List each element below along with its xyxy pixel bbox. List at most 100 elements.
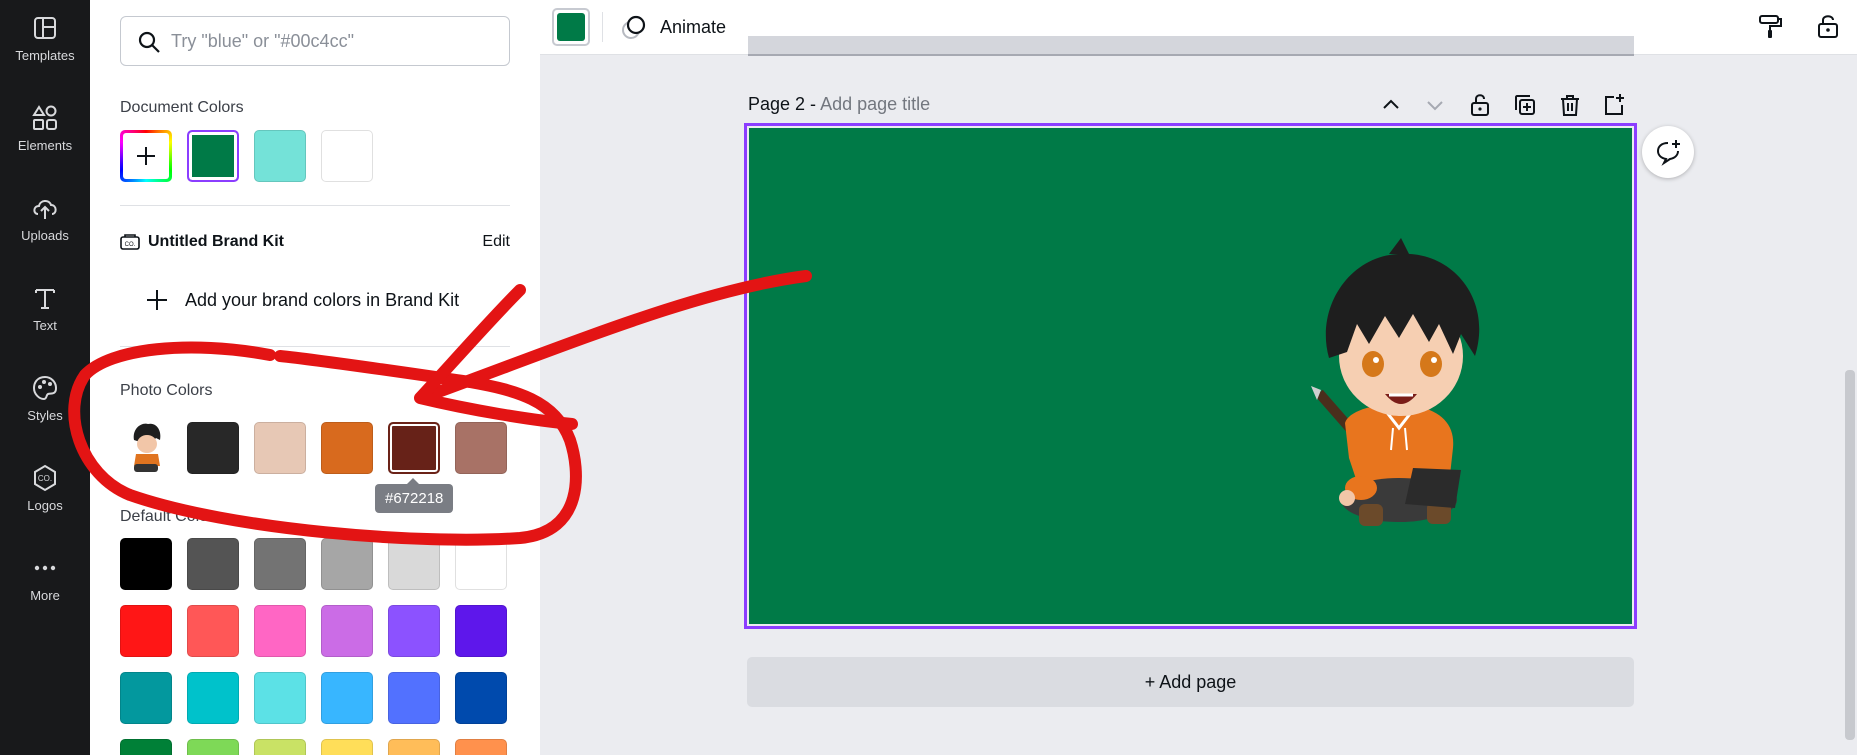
default-color-swatch[interactable] (321, 605, 373, 657)
default-color-swatch[interactable] (187, 605, 239, 657)
add-page-button[interactable]: + Add page (747, 657, 1634, 707)
canvas-scrollbar[interactable] (1845, 370, 1855, 740)
page-background[interactable] (749, 128, 1632, 624)
default-color-swatch[interactable] (120, 739, 172, 755)
plus-icon (137, 147, 155, 165)
current-color-swatch (557, 13, 585, 41)
default-color-swatch[interactable] (187, 672, 239, 724)
templates-icon (34, 17, 56, 39)
add-color-button[interactable] (120, 130, 172, 182)
sidebar-item-label: Logos (27, 498, 63, 513)
default-color-swatch[interactable] (120, 605, 172, 657)
page-title-input[interactable]: Add page title (820, 94, 930, 114)
default-color-swatch[interactable] (455, 739, 507, 755)
duplicate-page-icon[interactable] (1512, 92, 1538, 118)
sidebar-item-label: Uploads (21, 228, 69, 243)
svg-text:CO.: CO. (38, 474, 52, 483)
search-icon (138, 31, 160, 53)
chevron-down-icon[interactable] (1422, 92, 1448, 118)
toolbar-divider (602, 12, 603, 42)
more-icon (34, 565, 56, 571)
lock-page-icon[interactable] (1467, 92, 1493, 118)
document-color-swatch[interactable] (321, 130, 373, 182)
default-color-swatch[interactable] (388, 538, 440, 590)
comment-add-icon (1656, 140, 1680, 166)
default-color-swatch[interactable] (254, 672, 306, 724)
brand-kit-name: Untitled Brand Kit (148, 233, 284, 250)
logos-icon: CO. (34, 464, 56, 492)
plus-icon (147, 290, 167, 310)
search-input[interactable] (171, 30, 491, 52)
default-color-swatch[interactable] (254, 605, 306, 657)
photo-color-swatch[interactable] (187, 422, 239, 474)
animate-icon (622, 15, 646, 39)
sidebar-item-styles[interactable]: Styles (0, 360, 90, 440)
sidebar-item-more[interactable]: More (0, 540, 90, 620)
sidebar-item-label: Templates (15, 48, 75, 63)
add-brand-colors-button[interactable]: Add your brand colors in Brand Kit (145, 288, 459, 312)
photo-color-swatch[interactable] (455, 422, 507, 474)
default-color-swatch[interactable] (455, 538, 507, 590)
default-color-swatch[interactable] (120, 538, 172, 590)
sidebar-item-label: Elements (17, 138, 73, 153)
previous-page-edge (748, 36, 1634, 56)
default-color-swatch[interactable] (388, 605, 440, 657)
sidebar-item-templates[interactable]: Templates (0, 0, 90, 80)
default-color-swatch[interactable] (455, 672, 507, 724)
default-color-swatch[interactable] (120, 672, 172, 724)
default-colors-title: Default Colors (120, 508, 222, 525)
photo-color-swatch[interactable] (388, 422, 440, 474)
photo-color-swatch[interactable] (321, 422, 373, 474)
sidebar-item-elements[interactable]: Elements (0, 90, 90, 170)
default-color-swatch[interactable] (187, 538, 239, 590)
sidebar-item-logos[interactable]: CO. Logos (0, 450, 90, 530)
color-panel: Document Colors CO. Untitled Brand Kit E… (90, 0, 540, 755)
character-sticker[interactable] (749, 128, 1633, 625)
text-icon (35, 289, 55, 309)
design-page[interactable] (744, 123, 1637, 629)
sidebar-item-uploads[interactable]: Uploads (0, 180, 90, 260)
add-page-icon[interactable] (1601, 92, 1627, 118)
default-color-swatch[interactable] (254, 739, 306, 755)
paint-roller-icon[interactable] (1756, 12, 1784, 40)
default-color-swatch[interactable] (388, 739, 440, 755)
trash-icon[interactable] (1557, 92, 1583, 118)
animate-label: Animate (660, 16, 727, 37)
animate-button[interactable]: Animate (620, 12, 726, 42)
svg-text:CO.: CO. (125, 242, 136, 248)
document-color-swatch[interactable] (254, 130, 306, 182)
photo-colors-title: Photo Colors (120, 382, 213, 399)
page-title: Page 2 - Add page title (748, 94, 930, 115)
document-colors-title: Document Colors (120, 99, 244, 116)
brand-kit-edit-link[interactable]: Edit (482, 233, 510, 251)
sidebar-item-text[interactable]: Text (0, 270, 90, 350)
brand-kit-header: CO. Untitled Brand Kit Edit (120, 231, 510, 253)
chevron-up-icon[interactable] (1378, 92, 1404, 118)
uploads-icon (33, 200, 57, 219)
photo-color-swatch[interactable] (254, 422, 306, 474)
color-search[interactable] (120, 16, 510, 66)
photo-thumbnail[interactable] (122, 420, 170, 476)
document-color-swatch[interactable] (187, 130, 239, 182)
left-sidebar: Templates Elements Uploads Text Styles C… (0, 0, 90, 755)
color-tooltip: #672218 (375, 478, 454, 513)
default-color-swatch[interactable] (321, 739, 373, 755)
unlock-icon[interactable] (1814, 12, 1842, 40)
page-label: Page 2 - (748, 94, 817, 114)
default-color-swatch[interactable] (321, 538, 373, 590)
sidebar-item-label: More (30, 588, 60, 603)
sidebar-item-label: Text (33, 318, 57, 333)
default-color-swatch[interactable] (455, 605, 507, 657)
divider (120, 205, 510, 206)
default-color-swatch[interactable] (388, 672, 440, 724)
default-color-swatch[interactable] (254, 538, 306, 590)
add-brand-label: Add your brand colors in Brand Kit (185, 289, 460, 310)
add-comment-button[interactable] (1642, 126, 1694, 178)
styles-icon (32, 375, 58, 401)
background-color-button[interactable] (552, 8, 590, 46)
default-color-swatch[interactable] (321, 672, 373, 724)
divider (120, 346, 510, 347)
default-color-swatch[interactable] (187, 739, 239, 755)
elements-icon (32, 105, 57, 130)
brand-kit-icon: CO. (120, 234, 140, 250)
